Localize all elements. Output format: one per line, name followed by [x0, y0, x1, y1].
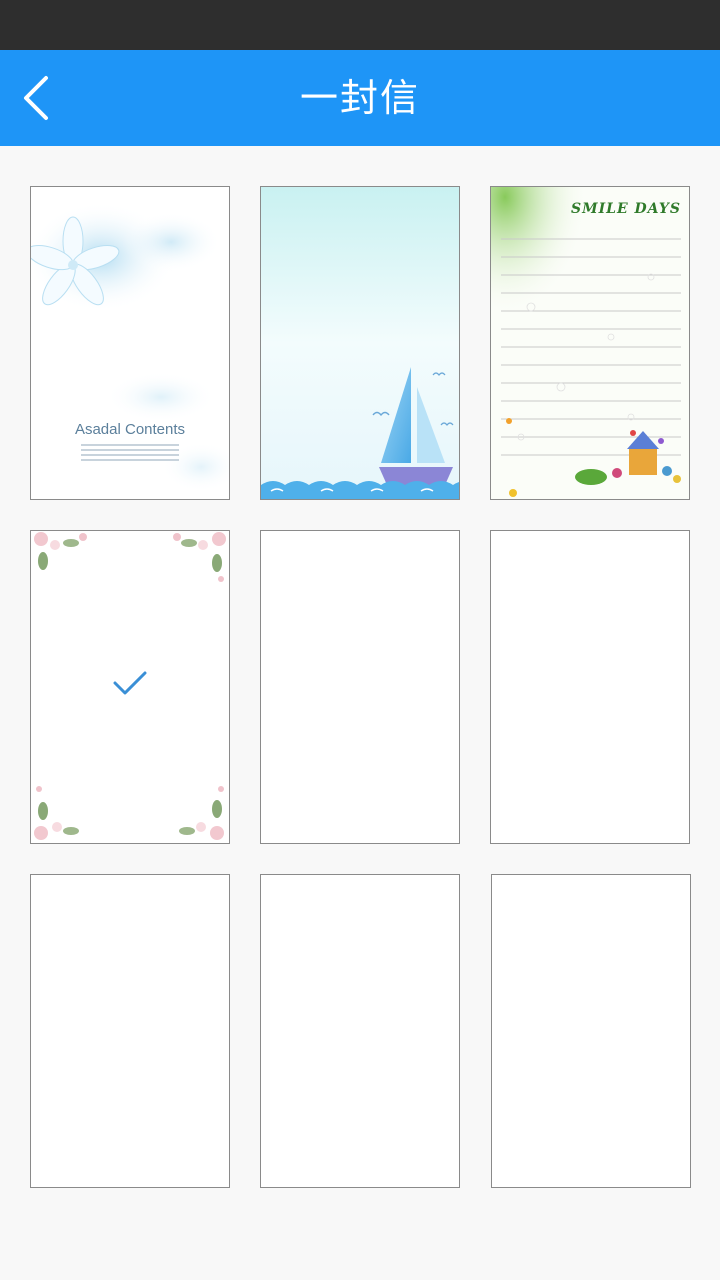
template-card-1[interactable]: Asadal Contents	[30, 186, 230, 500]
template-card-3[interactable]: SMILE DAYS	[490, 186, 690, 500]
template-card-2[interactable]	[260, 186, 460, 500]
page-title: 一封信	[299, 76, 420, 120]
template-card-5[interactable]	[260, 530, 460, 844]
smile-days-illustration	[491, 187, 689, 499]
nav-bar: 一封信	[0, 50, 720, 146]
template-card-7[interactable]	[30, 874, 230, 1188]
template-caption: SMILE DAYS	[571, 201, 681, 217]
sailboat-illustration	[261, 187, 459, 499]
status-bar	[0, 0, 720, 50]
template-card-6[interactable]	[490, 530, 690, 844]
template-caption: Asadal Contents	[74, 421, 186, 438]
placeholder-text-lines	[81, 441, 179, 464]
selected-check-icon	[113, 671, 147, 695]
template-card-4[interactable]	[30, 530, 230, 844]
template-card-9[interactable]	[491, 874, 691, 1188]
template-card-8[interactable]	[260, 874, 460, 1188]
